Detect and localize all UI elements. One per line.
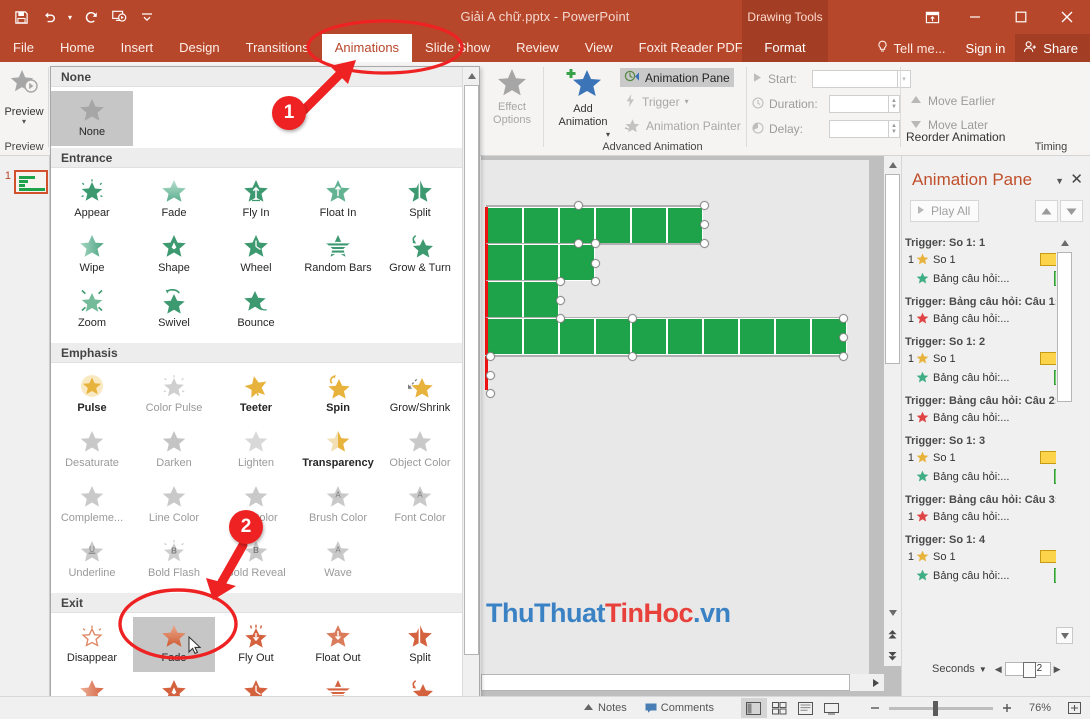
powerpoint-window: ▾ Giải A chữ.pptx - PowerPoint Drawing T… — [0, 0, 1090, 719]
annotation-badge-1: 1 — [272, 96, 306, 130]
annotation-arrow-2-shaft — [217, 540, 248, 587]
annotation-badge-2: 2 — [229, 510, 263, 544]
annotation-layer — [118, 19, 464, 660]
annotation-ellipse-exit-fade — [118, 588, 238, 660]
annotation-ellipse-animations-tab — [306, 19, 464, 75]
mouse-cursor-icon — [188, 636, 202, 655]
